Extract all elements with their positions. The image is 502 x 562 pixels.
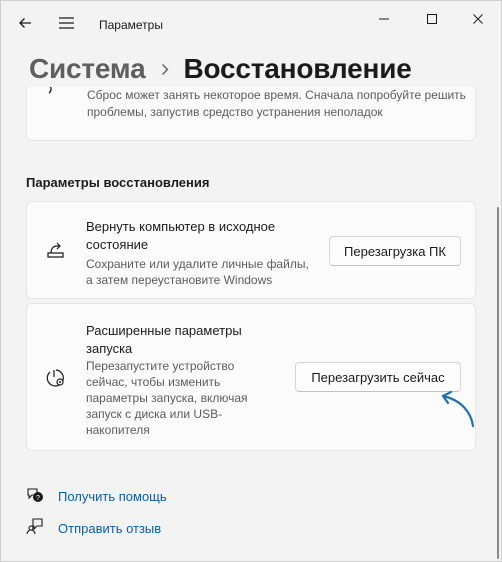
vertical-scrollbar[interactable] (497, 207, 499, 559)
reset-info-text: Сброс может занять некоторое время. Снач… (87, 88, 466, 119)
minimize-icon[interactable] (361, 7, 407, 31)
reset-pc-title: Вернуть компьютер в исходное состояние (86, 219, 276, 252)
svg-text:?: ? (36, 495, 40, 502)
send-feedback-label[interactable]: Отправить отзыв (58, 521, 161, 536)
app-title: Параметры (99, 18, 163, 32)
breadcrumb: Система Восстановление (29, 49, 412, 89)
reset-pc-card: Вернуть компьютер в исходное состояние С… (26, 201, 476, 299)
feedback-icon (26, 517, 44, 540)
chevron-right-icon (161, 63, 169, 76)
reset-pc-button[interactable]: Перезагрузка ПК (329, 236, 461, 266)
help-icon: ? (26, 485, 44, 508)
settings-window: Параметры Система Восстановление Сброс м… (0, 0, 502, 562)
advanced-startup-card: Расширенные параметры запуска Перезапуст… (26, 303, 476, 451)
page-title: Восстановление (183, 53, 412, 84)
content-area: Сброс может занять некоторое время. Снач… (1, 87, 501, 561)
send-feedback-link[interactable]: Отправить отзыв (26, 517, 161, 540)
get-help-label[interactable]: Получить помощь (58, 489, 167, 504)
advanced-startup-title: Расширенные параметры запуска (86, 323, 242, 356)
reset-pc-subtitle: Сохраните или удалите личные файлы, а за… (86, 257, 309, 287)
maximize-icon[interactable] (409, 7, 455, 31)
annotation-arrow-icon (441, 390, 475, 428)
get-help-link[interactable]: ? Получить помощь (26, 485, 167, 508)
close-icon[interactable] (455, 7, 501, 31)
breadcrumb-parent[interactable]: Система (29, 53, 146, 85)
reset-pc-icon (44, 240, 66, 265)
advanced-startup-icon (44, 367, 66, 394)
reset-info-card: Сброс может занять некоторое время. Снач… (26, 87, 476, 141)
advanced-startup-subtitle: Перезапустите устройство сейчас, чтобы и… (86, 359, 248, 437)
back-arrow-icon[interactable] (13, 11, 37, 35)
title-bar: Параметры (1, 1, 501, 45)
info-curve-icon (41, 87, 55, 104)
hamburger-menu-icon[interactable] (54, 11, 78, 35)
section-title: Параметры восстановления (26, 175, 210, 190)
